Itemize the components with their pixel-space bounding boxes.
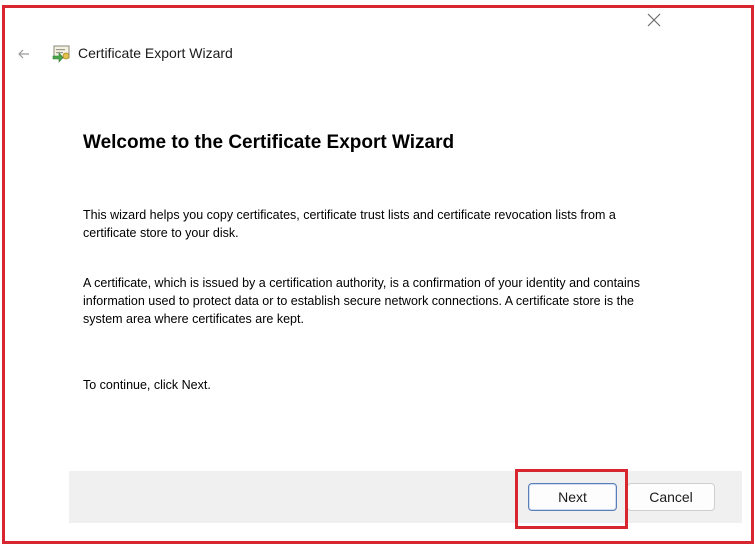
page-heading: Welcome to the Certificate Export Wizard <box>83 132 455 153</box>
back-arrow-icon <box>18 49 29 59</box>
close-icon <box>647 13 661 27</box>
certificate-icon <box>52 45 70 63</box>
back-button[interactable] <box>14 44 34 64</box>
continue-instruction: To continue, click Next. <box>83 378 211 392</box>
intro-paragraph: This wizard helps you copy certificates,… <box>83 208 616 240</box>
close-button[interactable] <box>640 7 668 33</box>
next-button[interactable]: Next <box>528 483 617 511</box>
window-title: Certificate Export Wizard <box>78 45 233 61</box>
certificate-description-paragraph: A certificate, which is issued by a cert… <box>83 276 640 326</box>
cancel-button[interactable]: Cancel <box>627 483 715 511</box>
